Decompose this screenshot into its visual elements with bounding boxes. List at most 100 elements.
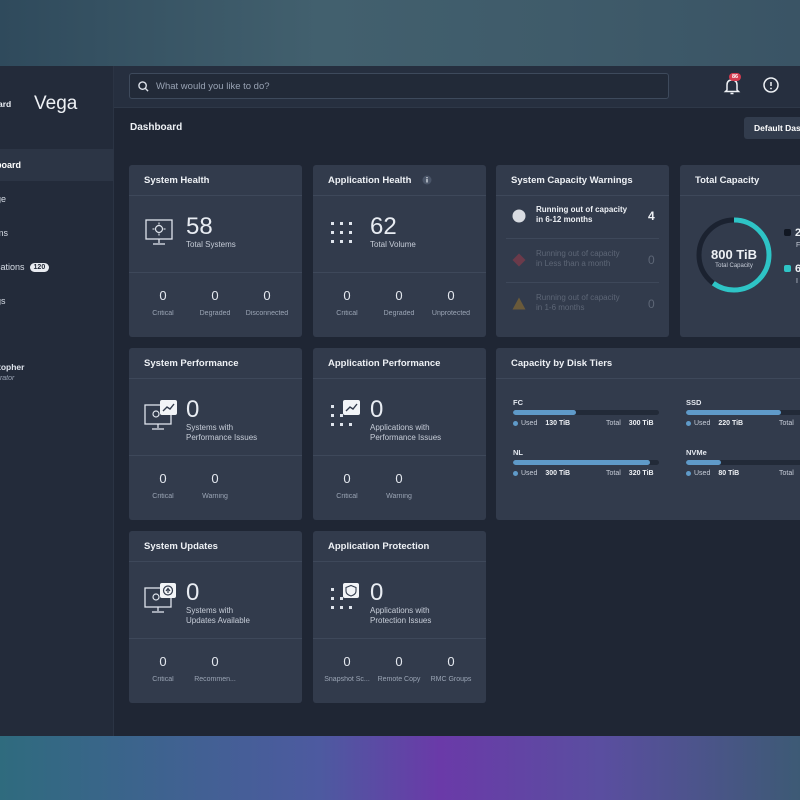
snapshot-count[interactable]: 0 [317, 654, 377, 669]
application-protection-card[interactable]: Application Protection 0 Applications wi… [313, 531, 486, 703]
sidebar-item-label: gs [0, 296, 6, 306]
warning-row-less-than-month[interactable]: Running out of capacity in Less than a mo… [510, 249, 660, 289]
critical-count[interactable]: 0 [317, 471, 377, 486]
label-line1: Systems with [186, 423, 234, 432]
divider [129, 455, 302, 456]
divider [313, 378, 486, 379]
tier-used-fc: Used 130 TiB [513, 420, 570, 427]
warning-count[interactable]: 0 [369, 471, 429, 486]
card-title: System Health [144, 175, 210, 186]
unprotected-count[interactable]: 0 [421, 288, 481, 303]
applications-performance-value: 0 [370, 396, 384, 423]
disconnected-count[interactable]: 0 [237, 288, 297, 303]
divider [506, 238, 659, 239]
background-bottom [0, 736, 800, 800]
warning-text: Running out of capacity in 6-12 months [536, 205, 646, 225]
page-title: Dashboard [130, 122, 183, 133]
rmc-groups-count[interactable]: 0 [421, 654, 481, 669]
sidebar-item-applications[interactable]: cations 120 [0, 251, 114, 283]
used-value: 130 TiB [545, 420, 571, 427]
recommended-label: Recommen... [194, 676, 236, 683]
tier-total-nvme: Total [779, 470, 794, 477]
divider [506, 282, 659, 283]
total-systems-label: Total Systems [186, 240, 236, 249]
divider [313, 455, 486, 456]
degraded-label: Degraded [383, 310, 415, 317]
total-systems-value: 58 [186, 213, 213, 240]
critical-count[interactable]: 0 [317, 288, 377, 303]
tier-name-ssd: SSD [686, 398, 702, 407]
search-input[interactable] [156, 80, 636, 92]
card-title: System Performance [144, 358, 239, 369]
critical-count[interactable]: 0 [133, 654, 193, 669]
systems-performance-value: 0 [186, 396, 200, 423]
divider [129, 378, 302, 379]
warning-count[interactable]: 0 [185, 471, 245, 486]
systems-performance-label: Systems with Performance Issues [186, 423, 257, 443]
divider [129, 638, 302, 639]
disk-tiers-card[interactable]: Capacity by Disk Tiers FC Used 130 TiB To… [496, 348, 800, 520]
application-performance-card[interactable]: Application Performance 0 Applications w… [313, 348, 486, 520]
user-name[interactable]: topher [0, 362, 24, 372]
remote-copy-count[interactable]: 0 [369, 654, 429, 669]
warning-row-1-6-months[interactable]: Running out of capacity in 1-6 months 0 [510, 293, 660, 333]
label-line1: Applications with [370, 423, 430, 432]
recommended-count[interactable]: 0 [185, 654, 245, 669]
status-circle-icon [512, 209, 526, 223]
brand-prefix: ard [0, 99, 12, 109]
card-title: Application Performance [328, 358, 441, 369]
system-updates-card[interactable]: System Updates 0 Systems with Updates Ava… [129, 531, 302, 703]
warning-row-6-12-months[interactable]: Running out of capacity in 6-12 months 4 [510, 205, 660, 245]
sidebar-item-dashboard[interactable]: board [0, 149, 114, 181]
snapshot-label: Snapshot Sc... [324, 676, 370, 683]
critical-count[interactable]: 0 [133, 288, 193, 303]
sidebar-item-systems[interactable]: ms [0, 217, 114, 249]
system-health-card[interactable]: System Health 58 Total Systems 0 Critica… [129, 165, 302, 337]
warning-line2: in Less than a month [536, 259, 611, 268]
default-dashboard-button[interactable]: Default Das [744, 117, 800, 139]
sidebar-item-storage[interactable]: ge [0, 183, 114, 215]
warning-label: Warning [202, 493, 228, 500]
sidebar-item-settings[interactable]: gs [0, 285, 114, 317]
total-capacity-card[interactable]: Total Capacity 800 TiB Total Capacity 2 … [680, 165, 800, 337]
label-line1: Systems with [186, 606, 234, 615]
tier-bar-nvme [686, 460, 800, 465]
applications-protection-label: Applications with Protection Issues [370, 606, 431, 626]
divider [313, 272, 486, 273]
divider [313, 638, 486, 639]
warning-count: 4 [648, 209, 655, 223]
warning-line1: Running out of capacity [536, 205, 628, 214]
total-value: 300 TiB [628, 420, 654, 427]
warning-label: Warning [386, 493, 412, 500]
total-label: Total [606, 420, 621, 427]
tier-used-nvme: Used 80 TiB [686, 470, 739, 477]
sidebar-item-label: ge [0, 194, 7, 204]
warning-text: Running out of capacity in 1-6 months [536, 293, 646, 313]
system-performance-card[interactable]: System Performance 0 Systems with Perform… [129, 348, 302, 520]
critical-label: Critical [152, 676, 174, 683]
used-value: 220 TiB [718, 420, 744, 427]
degraded-count[interactable]: 0 [369, 288, 429, 303]
count-badge: 120 [29, 262, 50, 272]
divider [313, 561, 486, 562]
tier-bar-fc [513, 410, 659, 415]
card-title: Application Health [328, 175, 412, 186]
used-value: 80 TiB [718, 470, 740, 477]
help-icon[interactable] [762, 76, 780, 94]
total-volume-label: Total Volume [370, 240, 416, 249]
capacity-warnings-card[interactable]: System Capacity Warnings Running out of … [496, 165, 669, 337]
application-health-card[interactable]: Application Health 62 Total Volume 0 Cri… [313, 165, 486, 337]
warning-count: 0 [648, 297, 655, 311]
search-box[interactable] [129, 73, 669, 99]
system-performance-icon [144, 400, 177, 430]
info-icon[interactable] [422, 175, 432, 185]
critical-count[interactable]: 0 [133, 471, 193, 486]
divider [313, 195, 486, 196]
systems-updates-label: Systems with Updates Available [186, 606, 250, 626]
app-window: ard Vega board ge ms cations 120 gs tophe… [0, 66, 800, 736]
tier-total-ssd: Total [779, 420, 794, 427]
used-dot [513, 470, 518, 476]
dashboard-header: Dashboard Default Das [114, 108, 800, 150]
rmc-groups-label: RMC Groups [430, 676, 472, 683]
degraded-count[interactable]: 0 [185, 288, 245, 303]
